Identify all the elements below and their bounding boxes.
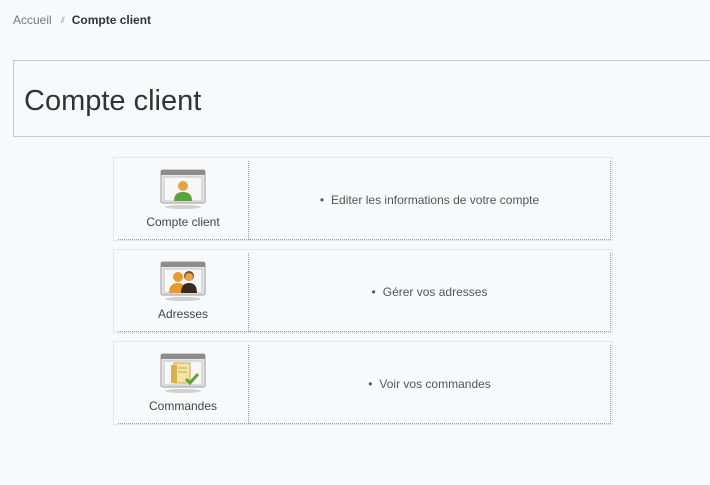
view-orders-link[interactable]: Voir vos commandes bbox=[379, 377, 490, 391]
orders-link[interactable]: Commandes bbox=[118, 345, 249, 424]
breadcrumb-current: Compte client bbox=[71, 13, 152, 27]
account-row-orders: Commandes • Voir vos commandes bbox=[113, 341, 613, 425]
orders-description: • Voir vos commandes bbox=[249, 345, 611, 424]
orders-icon bbox=[160, 353, 206, 393]
account-menu: Compte client • Editer les informations … bbox=[113, 157, 613, 433]
orders-label: Commandes bbox=[148, 399, 218, 413]
breadcrumb: Accueil // Compte client bbox=[13, 13, 151, 27]
page-title-box: Compte client bbox=[13, 60, 710, 137]
customer-account-link[interactable]: Compte client bbox=[118, 161, 249, 240]
bullet-icon: • bbox=[319, 193, 325, 207]
breadcrumb-separator: // bbox=[60, 15, 65, 25]
addresses-link[interactable]: Adresses bbox=[118, 253, 249, 332]
customer-account-label: Compte client bbox=[146, 215, 220, 229]
customer-account-description: • Editer les informations de votre compt… bbox=[249, 161, 611, 240]
manage-addresses-link[interactable]: Gérer vos adresses bbox=[383, 285, 488, 299]
bullet-icon: • bbox=[368, 377, 373, 391]
addresses-label: Adresses bbox=[157, 307, 209, 321]
edit-account-link[interactable]: Editer les informations de votre compte bbox=[331, 193, 539, 207]
bullet-icon: • bbox=[371, 285, 376, 299]
account-row-customer: Compte client • Editer les informations … bbox=[113, 157, 613, 241]
page-title: Compte client bbox=[24, 85, 202, 117]
user-icon bbox=[160, 169, 206, 209]
users-address-icon bbox=[160, 261, 206, 301]
addresses-description: • Gérer vos adresses bbox=[249, 253, 611, 332]
breadcrumb-home-link[interactable]: Accueil bbox=[13, 13, 52, 27]
account-row-addresses: Adresses • Gérer vos adresses bbox=[113, 249, 613, 333]
